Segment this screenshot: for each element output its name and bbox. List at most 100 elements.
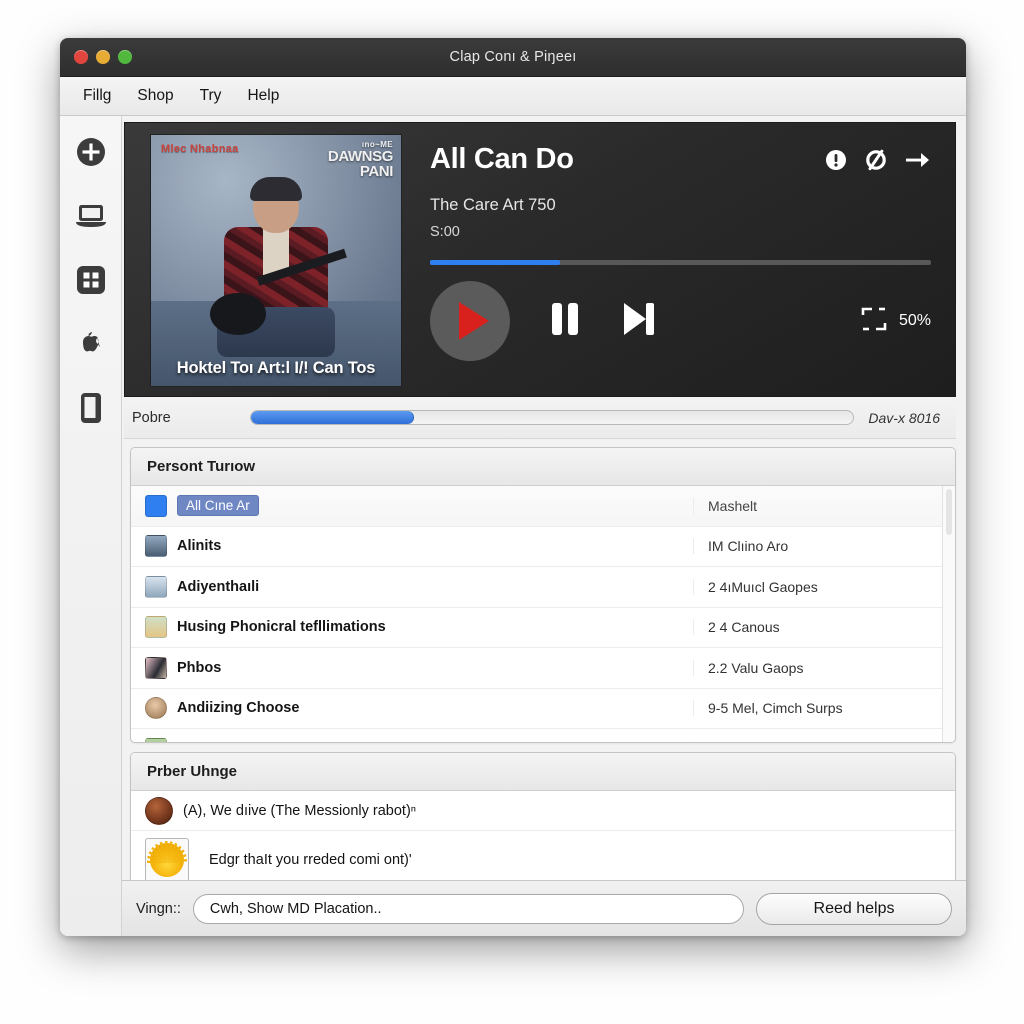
player-actions <box>825 143 931 171</box>
list-item[interactable]: (A), We dıive (The Messionly rabot)ⁿ <box>131 791 955 831</box>
menu-item-file[interactable]: Fillg <box>74 84 120 108</box>
list-scrollbar-thumb[interactable] <box>946 489 952 535</box>
table-row[interactable]: Phbos 2.2 Valu Gaops <box>131 648 955 689</box>
zoom-button[interactable] <box>118 50 132 64</box>
list-item-detail: Mashelt <box>693 497 943 514</box>
app-window: Clap Conı & Piŋeeı Fillg Shop Try Help M… <box>60 38 966 936</box>
progress-strip-right-text: Dav-x 8016 <box>868 409 940 426</box>
message-text: Edgr thaIt you rreded comi ont)' <box>209 851 412 868</box>
list-item-label: Husing Phonicral tefllimations <box>177 619 386 636</box>
player-info: All Can Do The Care Art 750 S:00 50% <box>402 123 955 396</box>
message-panel-body: (A), We dıive (The Messionly rabot)ⁿ Edg… <box>131 791 955 880</box>
list-item-label: Maca <box>177 741 693 742</box>
list-item-detail: IM Clıino Aro <box>693 538 943 555</box>
list-panel-header: Persont Turıow <box>131 448 955 486</box>
laptop-icon <box>75 203 107 229</box>
plus-circle-icon <box>75 136 107 168</box>
sidebar-item-desktop[interactable] <box>73 198 109 234</box>
list-item-detail: 9-5 Mel, Cimch Surps <box>693 700 943 717</box>
next-track-button[interactable] <box>620 299 658 344</box>
list-item-detail: 2.2 Valu Gaops <box>693 659 943 676</box>
player-seek-bar[interactable] <box>430 260 931 265</box>
title-bar: Clap Conı & Piŋeeı <box>60 38 966 77</box>
album-art-top-right-text: ıno~ME DAWNSG PANI <box>328 140 394 181</box>
player-right-controls: 50% <box>861 307 931 336</box>
mountain-photo <box>145 535 167 558</box>
message-panel: Prber Uhnge (A), We dıive (The Messionly… <box>130 752 956 880</box>
exclamation-circle-icon[interactable] <box>825 149 847 171</box>
list-panel-body: All Cıne Ar Mashelt Alinits IM Clıino Ar… <box>131 486 955 742</box>
table-row[interactable]: Husing Phonicral tefllimations 2 4 Canou… <box>131 608 955 648</box>
table-row[interactable]: Adiyenthaıli 2 4ıMuıcl Gaopes <box>131 567 955 608</box>
album-art-figure <box>206 176 347 357</box>
zoom-level-label: 50% <box>898 312 931 329</box>
list-item-label: Alinits <box>177 538 222 555</box>
status-bar-label: Vingn:: <box>136 900 181 917</box>
list-item-detail: 2 4 Canous <box>693 619 943 636</box>
brown-avatar-icon <box>145 796 173 825</box>
message-text: (A), We dıive (The Messionly rabot)ⁿ <box>183 802 417 819</box>
minimize-button[interactable] <box>96 50 110 64</box>
list-item-detail: Ffiold Tiratırse <box>693 740 943 742</box>
list-item-label: Andiizing Choose <box>177 700 300 717</box>
panels-area: Persont Turıow All Cıne Ar Mashelt Alini… <box>122 439 966 880</box>
table-row[interactable]: Andiizing Choose 9-5 Mel, Cimch Surps <box>131 689 955 729</box>
progress-strip: Pobre Dav-x 8016 <box>124 397 956 439</box>
table-row[interactable]: All Cıne Ar Mashelt <box>131 486 955 527</box>
media-player: Mlec Nhabnaa ıno~ME DAWNSG PANI Hoktel T… <box>124 122 956 397</box>
list-item-label: All Cıne Ar <box>177 495 259 517</box>
player-info-top: All Can Do <box>430 143 931 176</box>
pause-button[interactable] <box>548 299 582 344</box>
sidebar-item-add[interactable] <box>73 134 109 170</box>
sidebar-item-apps[interactable] <box>73 262 109 298</box>
no-sync-icon[interactable] <box>865 149 887 171</box>
list-item-detail: 2 4ıMuıcl Gaopes <box>693 578 943 595</box>
progress-strip-bar[interactable] <box>250 410 855 425</box>
read-helps-button[interactable]: Reed helps <box>756 892 952 925</box>
track-subtitle: The Care Art 750 <box>430 196 556 214</box>
close-button[interactable] <box>74 50 88 64</box>
portrait-photo <box>145 656 167 679</box>
list-scrollbar[interactable] <box>942 486 955 742</box>
list-panel: Persont Turıow All Cıne Ar Mashelt Alini… <box>130 447 956 743</box>
menu-item-help[interactable]: Help <box>238 84 288 108</box>
pin-icon-blue <box>145 494 167 517</box>
menu-bar: Fillg Shop Try Help <box>60 77 966 116</box>
album-art-top-left-text: Mlec Nhabnaa <box>161 143 239 155</box>
list-item[interactable]: Edgr thaIt you rreded comi ont)' <box>131 831 955 880</box>
search-input[interactable]: Cwh, Show MD Placation.. <box>192 893 744 924</box>
arrow-right-icon[interactable] <box>905 150 931 170</box>
play-button[interactable] <box>430 281 510 361</box>
play-icon <box>459 302 489 340</box>
message-panel-header: Prber Uhnge <box>131 753 955 791</box>
content-area: Mlec Nhabnaa ıno~ME DAWNSG PANI Hoktel T… <box>122 116 966 936</box>
snow-photo <box>145 575 167 598</box>
menu-item-shop[interactable]: Shop <box>128 84 182 108</box>
sidebar-item-apple[interactable] <box>73 326 109 362</box>
list-item-label: Phbos <box>177 659 222 676</box>
fullscreen-icon <box>861 307 887 335</box>
screenshot-root: Clap Conı & Piŋeeı Fillg Shop Try Help M… <box>0 0 1024 1024</box>
grid-apps-icon <box>76 265 106 295</box>
window-title: Clap Conı & Piŋeeı <box>449 49 577 65</box>
apple-icon <box>76 329 106 359</box>
track-time: S:00 <box>430 224 460 240</box>
album-art: Mlec Nhabnaa ıno~ME DAWNSG PANI Hoktel T… <box>150 134 402 387</box>
pause-icon <box>548 299 582 344</box>
sidebar-item-mobile[interactable] <box>73 390 109 426</box>
table-row[interactable]: Alinits IM Clıino Aro <box>131 527 955 567</box>
album-art-top-right-line3: PANI <box>359 163 394 181</box>
table-row[interactable]: Maca Ffiold Tiratırse <box>131 729 955 742</box>
avatar-photo <box>145 697 167 720</box>
player-controls: 50% <box>430 281 931 361</box>
menu-item-try[interactable]: Try <box>191 84 231 108</box>
list-item-label: Adiyenthaıli <box>177 578 260 595</box>
sun-icon <box>145 837 189 880</box>
player-seek-fill <box>430 260 561 265</box>
progress-strip-label: Pobre <box>132 409 171 426</box>
next-track-icon <box>620 299 658 344</box>
sidebar <box>60 116 122 936</box>
traffic-lights <box>60 50 132 64</box>
green-photo <box>145 737 167 742</box>
fullscreen-button[interactable] <box>861 307 887 336</box>
